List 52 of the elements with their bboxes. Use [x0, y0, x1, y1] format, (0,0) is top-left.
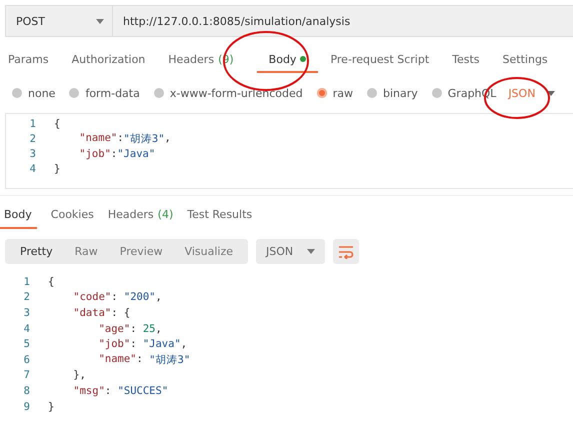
caret-icon — [307, 249, 316, 254]
body-type-radio[interactable]: binary — [366, 86, 418, 100]
code-line: { — [48, 276, 54, 288]
line-number: 2 — [22, 291, 30, 304]
line-number: 4 — [28, 162, 36, 174]
code-line: "job":"Java" — [78, 148, 156, 160]
line-number: 3 — [28, 148, 36, 160]
line-number: 4 — [22, 322, 30, 335]
code-line: "data": { — [72, 306, 130, 319]
wrap-lines-button[interactable] — [333, 239, 360, 264]
response-tab[interactable]: Body — [0, 204, 37, 229]
code-editor[interactable]: 1 { 2 "name":"胡涛3", 3 "job":"Java" 4 } — [5, 113, 573, 189]
line-number: 1 — [22, 276, 30, 288]
line-number: 2 — [28, 132, 36, 144]
line-number: 6 — [22, 354, 30, 366]
body-type-radio[interactable]: none — [12, 86, 56, 100]
body-type-radio[interactable]: raw — [316, 86, 353, 100]
response-tab[interactable]: Headers (4) — [104, 204, 174, 229]
body-type-radio[interactable]: form-data — [69, 86, 140, 100]
code-line: "age": 25, — [98, 322, 162, 335]
request-tab[interactable]: Settings — [502, 49, 559, 73]
code-line: } — [54, 162, 60, 174]
view-mode-button[interactable]: Preview — [108, 239, 174, 264]
code-line: "name": "胡涛3" — [98, 352, 190, 367]
code-line: "job": "Java", — [98, 338, 188, 350]
line-number: 7 — [22, 369, 30, 382]
code-line: }, — [72, 369, 86, 382]
caret-icon — [547, 90, 556, 96]
line-number: 9 — [22, 400, 30, 413]
code-line: "code": "200", — [72, 291, 162, 304]
request-tab[interactable]: Tests — [452, 49, 491, 73]
code-line: } — [48, 400, 54, 413]
line-number: 5 — [22, 338, 30, 350]
request-tab[interactable]: Body — [256, 49, 318, 73]
view-mode-button[interactable]: Visualize — [174, 239, 244, 264]
view-mode-button[interactable]: Pretty — [9, 239, 64, 264]
code-line: "name":"胡涛3", — [78, 132, 171, 146]
format-dropdown[interactable]: JSON — [256, 239, 326, 264]
language-dropdown[interactable]: JSON — [508, 86, 556, 100]
request-tab[interactable]: Authorization — [72, 49, 156, 73]
body-type-radio[interactable]: x-www-form-urlencoded — [154, 86, 303, 100]
response-tab[interactable]: Cookies — [46, 204, 94, 229]
line-number: 8 — [22, 384, 30, 397]
code-line: { — [54, 118, 60, 130]
request-tab[interactable]: Pre-request Script — [330, 49, 440, 73]
view-mode-button[interactable]: Raw — [64, 239, 109, 264]
response-tab[interactable]: Test Results — [183, 204, 252, 229]
request-tab[interactable]: Params — [8, 49, 60, 73]
line-number: 1 — [28, 118, 36, 130]
code-line: "msg": "SUCCES" — [72, 384, 168, 397]
wrap-lines-icon — [338, 244, 354, 258]
line-number: 3 — [22, 306, 30, 319]
